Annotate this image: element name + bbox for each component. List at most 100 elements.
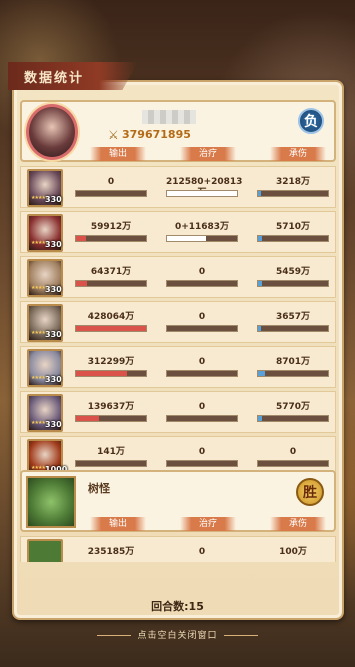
heal-value: 0	[198, 447, 206, 457]
heal-bar-fill	[167, 236, 206, 241]
heal-cell: 0	[166, 267, 238, 287]
taken-value: 8701万	[275, 357, 311, 367]
heal-bar	[166, 280, 238, 287]
heal-cell: 0	[166, 402, 238, 422]
hero-stat-list: ★★★★★3300212580+20813万3218万★★★★★33059912…	[20, 166, 336, 481]
taken-bar-fill	[258, 281, 263, 286]
lose-badge: 负	[298, 108, 324, 134]
damage-value: 64371万	[90, 267, 132, 277]
taken-bar	[257, 370, 329, 377]
heal-value: 0+11683万	[174, 222, 230, 232]
tag-taken: 承伤	[270, 517, 326, 531]
taken-value: 5770万	[275, 402, 311, 412]
heal-bar	[166, 325, 238, 332]
taken-cell: 5459万	[257, 267, 329, 287]
hero-row: ★★★★★ 330 312299万 0 8701万	[20, 346, 336, 388]
player-name-blurred	[142, 110, 196, 124]
hero-level: 330	[45, 375, 62, 384]
taken-value: 3657万	[275, 312, 311, 322]
damage-value: 235185万	[87, 547, 135, 557]
divider	[223, 635, 258, 636]
close-hint-label: 点击空白关闭窗口	[137, 631, 218, 641]
tag-taken: 承伤	[270, 147, 326, 161]
damage-value: 312299万	[87, 357, 135, 367]
hero-level: 330	[45, 330, 62, 339]
taken-cell: 100万	[257, 547, 329, 558]
heal-bar	[166, 235, 238, 242]
damage-cell: 312299万	[75, 357, 147, 377]
tag-damage: 输出	[90, 517, 146, 531]
damage-value: 141万	[97, 447, 125, 457]
taken-bar-fill	[258, 371, 265, 376]
taken-bar-fill	[258, 236, 263, 241]
heal-value: 0	[198, 267, 206, 277]
heal-bar	[166, 370, 238, 377]
enemy-avatar[interactable]	[26, 476, 76, 528]
taken-bar	[257, 280, 329, 287]
heal-value: 0	[198, 357, 206, 367]
damage-value: 59912万	[90, 222, 132, 232]
divider	[97, 635, 132, 636]
taken-cell: 5770万	[257, 402, 329, 422]
taken-bar	[257, 415, 329, 422]
hero-level: 330	[45, 285, 62, 294]
taken-bar	[257, 460, 329, 467]
hero-level: 330	[45, 420, 62, 429]
damage-value: 428064万	[87, 312, 135, 322]
player-card: ⚔ 379671895 负 输出 治疗 承伤	[20, 100, 336, 162]
heal-bar	[166, 415, 238, 422]
taken-bar	[257, 325, 329, 332]
damage-cell: 235185万	[75, 547, 147, 558]
heal-cell: 0	[166, 447, 238, 467]
enemy-card: 树怪 胜 输出 治疗 承伤	[20, 470, 336, 532]
heal-value: 0	[198, 402, 206, 412]
taken-bar	[257, 190, 329, 197]
taken-value: 5710万	[275, 222, 311, 232]
taken-value: 3218万	[275, 177, 311, 187]
enemy-portrait[interactable]	[27, 539, 63, 562]
hero-row: ★★★★★ 330 59912万 0+11683万 5710万	[20, 211, 336, 253]
hero-level: 330	[45, 195, 62, 204]
taken-value: 100万	[279, 547, 307, 557]
taken-cell: 5710万	[257, 222, 329, 242]
hero-row: ★★★★★ 330 428064万 0 3657万	[20, 301, 336, 343]
tag-damage: 输出	[90, 147, 146, 161]
heal-cell: 212580+20813万	[166, 177, 242, 198]
heal-value: 0	[198, 547, 206, 557]
win-badge: 胜	[296, 478, 324, 506]
player-avatar[interactable]	[26, 104, 78, 160]
taken-bar-fill	[258, 416, 263, 421]
heal-cell: 0	[166, 357, 238, 377]
panel-title: 数据统计	[8, 62, 138, 90]
enemy-row: 235185万 0 100万	[20, 536, 336, 562]
damage-bar	[75, 235, 147, 242]
damage-bar-fill	[76, 371, 128, 376]
damage-bar	[75, 370, 147, 377]
hero-row: ★★★★★3300212580+20813万3218万	[20, 166, 336, 208]
heal-value: 0	[198, 312, 206, 322]
taken-cell: 0	[257, 447, 329, 467]
damage-value: 139637万	[87, 402, 135, 412]
heal-cell: 0+11683万	[166, 222, 238, 242]
heal-bar	[166, 190, 238, 197]
damage-bar	[75, 280, 147, 287]
player-power: 379671895	[122, 128, 191, 141]
damage-cell: 428064万	[75, 312, 147, 332]
damage-bar	[75, 190, 147, 197]
taken-cell: 8701万	[257, 357, 329, 377]
heal-bar-fill	[167, 191, 237, 196]
damage-cell: 141万	[75, 447, 147, 467]
swords-icon: ⚔	[108, 128, 119, 142]
taken-value: 5459万	[275, 267, 311, 277]
heal-cell: 0	[166, 547, 238, 558]
damage-cell: 0	[75, 177, 147, 197]
damage-cell: 59912万	[75, 222, 147, 242]
taken-cell: 3657万	[257, 312, 329, 332]
taken-bar-fill	[258, 326, 261, 331]
enemy-name: 树怪	[88, 482, 110, 495]
damage-cell: 139637万	[75, 402, 147, 422]
close-hint[interactable]: 点击空白关闭窗口	[0, 628, 355, 641]
damage-value: 0	[107, 177, 115, 187]
heal-cell: 0	[166, 312, 238, 332]
taken-cell: 3218万	[257, 177, 329, 197]
